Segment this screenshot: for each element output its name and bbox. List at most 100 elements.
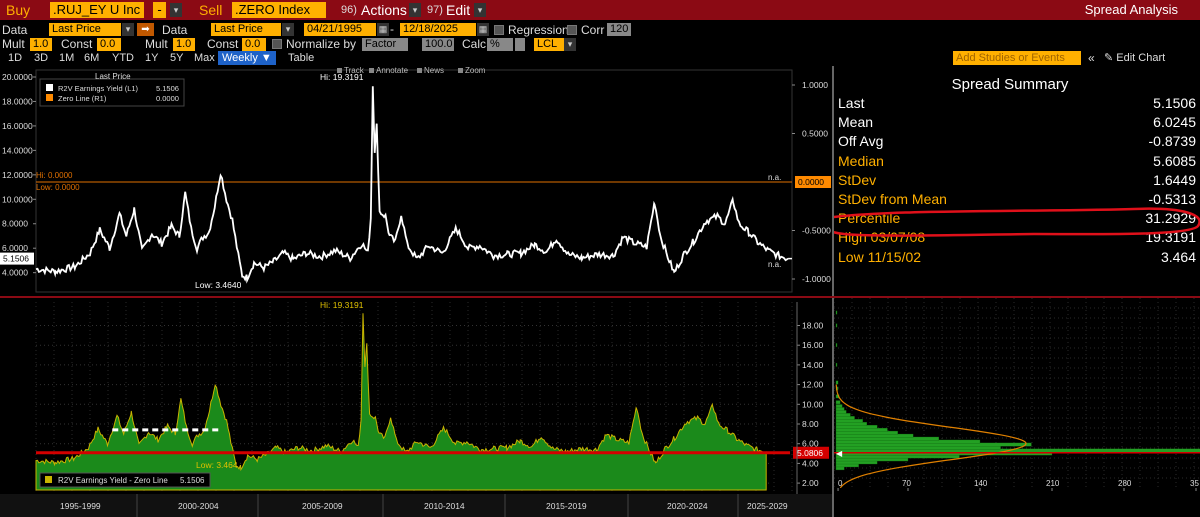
- x-axis-label: 2000-2004: [178, 501, 219, 511]
- histogram-bar: [835, 400, 841, 405]
- tool-icon: [337, 68, 342, 73]
- zero-badge: 0.0000: [798, 177, 824, 187]
- period-tab-6m[interactable]: 6M: [80, 51, 103, 65]
- sell-label: Sell: [199, 2, 223, 18]
- hist-x-label: 35: [1190, 479, 1199, 488]
- right-axis-label: 4.00: [802, 458, 819, 468]
- legend-series-label: R2V Earnings Yield (L1): [58, 84, 139, 93]
- histogram-bar: [835, 310, 838, 315]
- data2-label: Data: [162, 23, 188, 37]
- right-axis-label: 16.00: [802, 340, 824, 350]
- table-button[interactable]: Table: [284, 51, 318, 65]
- normalize-select[interactable]: Factor: [362, 38, 408, 51]
- period-tab-5y[interactable]: 5Y: [166, 51, 187, 65]
- right-axis-label: 1.0000: [802, 80, 828, 90]
- corr-checkbox[interactable]: [567, 25, 577, 35]
- top-chart-svg[interactable]: 20.0000 18.0000 16.0000 14.0000 12.0000 10.00…: [0, 66, 832, 296]
- data1-dropdown-icon[interactable]: ▾: [122, 23, 134, 36]
- actions-dropdown-icon[interactable]: ▾: [409, 3, 421, 17]
- period-tab-1y[interactable]: 1Y: [141, 51, 162, 65]
- legend-zero-value: 0.0000: [156, 94, 179, 103]
- end-date-field[interactable]: 12/18/2025: [400, 23, 476, 36]
- data2-dropdown-icon[interactable]: ▾: [282, 23, 294, 36]
- spread-analysis-window: Buy .RUJ_EY U Inc - ▾ Sell .ZERO Index 9…: [0, 0, 1200, 517]
- tool-icon: [369, 68, 374, 73]
- actions-menu[interactable]: Actions: [361, 2, 407, 18]
- left-axis-label: 16.0000: [2, 121, 33, 131]
- na-label-top: n.a.: [768, 173, 781, 182]
- regression-label: Regression: [508, 23, 569, 37]
- period-tab-max[interactable]: Max: [190, 51, 219, 65]
- buy-ticker-field[interactable]: .RUJ_EY U Inc: [50, 2, 144, 18]
- right-axis-label: -1.0000: [802, 274, 831, 284]
- calc-dropdown-icon[interactable]: [515, 38, 525, 51]
- normalize-label: Normalize by: [286, 37, 357, 51]
- actions-num: 96): [341, 4, 357, 16]
- low-label: Low: 3.4640: [195, 280, 242, 290]
- calc-label: Calc: [462, 37, 487, 51]
- top-chart-panel[interactable]: 20.0000 18.0000 16.0000 14.0000 12.0000 10.00…: [0, 66, 832, 296]
- period-tab-1d[interactable]: 1D: [4, 51, 26, 65]
- bottom-spread-chart-panel[interactable]: 5.0806 18.00 16.00 14.00 12.00 10.00 8.00 6.00 4…: [0, 298, 832, 517]
- histogram-bar: [835, 380, 839, 385]
- regression-checkbox[interactable]: [494, 25, 504, 35]
- right-axis-label: 10.00: [802, 399, 824, 409]
- bottom-chart-svg[interactable]: 5.0806 18.00 16.00 14.00 12.00 10.00 8.00 6.00 4…: [0, 298, 832, 517]
- corr-window-field[interactable]: 120: [607, 23, 631, 36]
- period-tab-ytd[interactable]: YTD: [108, 51, 138, 65]
- vertical-divider[interactable]: [832, 66, 834, 517]
- period-tab-3d[interactable]: 3D: [30, 51, 52, 65]
- pencil-icon: ✎: [1104, 52, 1114, 64]
- histogram-bar: [835, 343, 838, 347]
- sell-ticker-field[interactable]: .ZERO Index: [232, 2, 326, 18]
- corr-label: Corr: [581, 23, 605, 37]
- const2-field[interactable]: 0.0: [242, 38, 266, 51]
- right-axis-label: 6.00: [802, 439, 819, 449]
- na-label-bottom: n.a.: [768, 260, 781, 269]
- dropdown-icon[interactable]: ▾: [170, 3, 182, 17]
- edit-chart-button[interactable]: ✎ Edit Chart: [1104, 51, 1165, 64]
- mult2-label: Mult: [145, 37, 168, 51]
- zero-hi-label: Hi: 0.0000: [36, 171, 73, 180]
- normalize-value-field[interactable]: 100.0: [422, 38, 454, 51]
- start-date-field[interactable]: 04/21/1995: [304, 23, 376, 36]
- zero-low-label: Low: 0.0000: [36, 183, 80, 192]
- mult1-field[interactable]: 1.0: [30, 38, 52, 51]
- percentile-highlight-ellipse: [834, 207, 1200, 237]
- calc-select[interactable]: %: [487, 38, 513, 51]
- x-axis-label: 1995-1999: [60, 501, 101, 511]
- histogram-svg[interactable]: ◀ 0 70 140 210 280 35: [833, 298, 1200, 517]
- mult2-field[interactable]: 1.0: [173, 38, 195, 51]
- hi-label: Hi: 19.3191: [320, 300, 364, 310]
- collapse-icon[interactable]: «: [1088, 51, 1095, 65]
- edit-dropdown-icon[interactable]: ▾: [474, 3, 486, 17]
- swap-arrow-icon[interactable]: ➡: [137, 23, 154, 36]
- data-label: Data: [2, 23, 28, 37]
- left-axis-label: 14.0000: [2, 145, 33, 155]
- add-studies-input[interactable]: Add Studies or Events: [953, 51, 1081, 65]
- horizontal-divider[interactable]: [0, 296, 1200, 298]
- x-axis-label: 2025-2029: [747, 501, 788, 511]
- hist-x-label: 280: [1118, 479, 1132, 488]
- left-axis-label: 6.0000: [2, 243, 28, 253]
- left-axis-label: 20.0000: [2, 72, 33, 82]
- currency-select[interactable]: LCL: [534, 38, 564, 51]
- right-axis-label: 8.00: [802, 419, 819, 429]
- currency-dropdown-icon[interactable]: ▾: [564, 38, 576, 51]
- legend-series-value: 5.1506: [156, 84, 179, 93]
- frequency-select[interactable]: Weekly ▼: [218, 51, 276, 65]
- data2-select[interactable]: Last Price: [211, 23, 281, 36]
- const1-field[interactable]: 0.0: [97, 38, 121, 51]
- distribution-histogram-panel[interactable]: ◀ 0 70 140 210 280 35: [833, 298, 1200, 517]
- period-tab-1m[interactable]: 1M: [55, 51, 78, 65]
- end-calendar-icon[interactable]: ▦: [477, 23, 489, 36]
- mult1-label: Mult: [2, 37, 25, 51]
- spread-summary-panel: Spread Summary Last 5.1506 Mean 6.0245 Off A…: [834, 66, 1200, 296]
- start-calendar-icon[interactable]: ▦: [377, 23, 389, 36]
- dash-field[interactable]: -: [153, 2, 166, 18]
- tool-icon: [417, 68, 422, 73]
- edit-chart-label: Edit Chart: [1116, 52, 1166, 64]
- data1-select[interactable]: Last Price: [49, 23, 121, 36]
- edit-menu[interactable]: Edit: [446, 2, 470, 18]
- normalize-checkbox[interactable]: [272, 39, 282, 49]
